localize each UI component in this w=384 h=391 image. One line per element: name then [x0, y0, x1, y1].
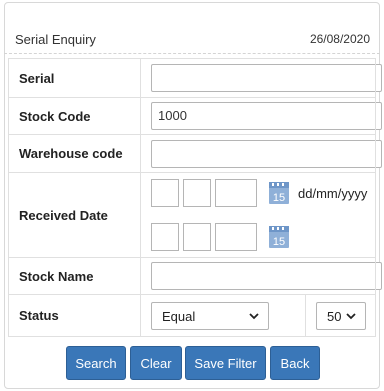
panel-header: Serial Enquiry 26/08/2020	[4, 2, 380, 54]
current-date: 26/08/2020	[309, 32, 370, 46]
status-value-text: 50	[327, 308, 342, 324]
date-to-month-input[interactable]	[183, 223, 211, 251]
calendar-day-text: 15	[273, 236, 285, 248]
received-date-from: 15 dd/mm/yyyy	[151, 178, 375, 208]
stock-name-input[interactable]	[151, 262, 382, 290]
warehouse-code-input[interactable]	[151, 139, 382, 168]
date-from-month-input[interactable]	[183, 179, 211, 207]
clear-button[interactable]: Clear	[130, 346, 182, 380]
chevron-down-icon	[249, 313, 259, 320]
status-label: Status	[8, 294, 141, 337]
status-divider	[305, 295, 306, 336]
calendar-icon[interactable]: 15	[269, 226, 289, 248]
page-title: Serial Enquiry	[15, 32, 96, 47]
date-format-hint: dd/mm/yyyy	[298, 185, 368, 201]
back-button[interactable]: Back	[270, 346, 320, 380]
search-button[interactable]: Search	[66, 346, 126, 380]
date-from-day-input[interactable]	[151, 179, 179, 207]
serial-label: Serial	[8, 58, 141, 98]
status-operator-value: Equal	[162, 308, 196, 324]
status-value-select[interactable]: 50	[316, 302, 366, 330]
save-filter-button[interactable]: Save Filter	[185, 346, 266, 380]
status-operator-select[interactable]: Equal	[151, 302, 269, 330]
date-to-year-input[interactable]	[215, 223, 257, 251]
serial-input[interactable]	[151, 64, 382, 92]
stock-code-label: Stock Code	[8, 97, 141, 135]
date-to-day-input[interactable]	[151, 223, 179, 251]
enquiry-form: Serial Stock Code 1000 Warehouse code Re…	[8, 58, 382, 337]
stock-code-input[interactable]: 1000	[151, 102, 382, 130]
chevron-down-icon	[346, 313, 356, 320]
calendar-day-text: 15	[273, 192, 285, 204]
stock-name-label: Stock Name	[8, 257, 141, 295]
received-date-to: 15	[151, 222, 375, 252]
received-date-label: Received Date	[8, 172, 141, 258]
date-from-year-input[interactable]	[215, 179, 257, 207]
calendar-icon[interactable]: 15	[269, 182, 289, 204]
warehouse-code-label: Warehouse code	[8, 134, 141, 173]
